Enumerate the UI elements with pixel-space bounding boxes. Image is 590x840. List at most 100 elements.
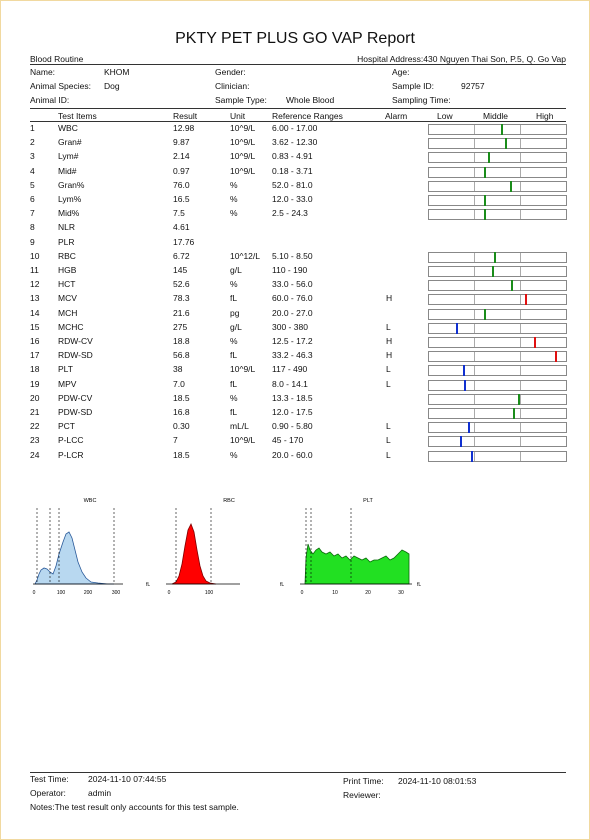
test-item: HCT [58, 279, 76, 290]
reference-range: 13.3 - 18.5 [272, 392, 313, 403]
range-marker [554, 351, 557, 363]
range-divider [520, 451, 521, 461]
result-value: 18.8 [173, 336, 190, 346]
test-item: RDW-SD [58, 350, 93, 361]
sample-id-label: Sample ID: [392, 81, 435, 91]
range-bar [428, 195, 567, 206]
table-row: 2 Gran# 9.87 10^9/L 3.62 - 12.30 [30, 137, 570, 151]
test-item: Gran% [58, 179, 85, 190]
col-test-items: Test Items [58, 111, 97, 121]
test-item: Gran# [58, 137, 82, 148]
table-row: 15 MCHC 275 g/L 300 - 380 L [30, 322, 570, 336]
result-value: 4.61 [173, 222, 190, 233]
unit: fL [230, 350, 238, 361]
unit: 10^9/L [230, 165, 256, 176]
reference-range: 8.0 - 14.1 [272, 378, 308, 389]
range-divider [474, 380, 475, 390]
row-number: 8 [30, 222, 35, 233]
row-number: 24 [30, 449, 40, 460]
range-marker [464, 379, 467, 391]
rbc-unit: fL [146, 582, 150, 588]
unit: 10^9/L [230, 364, 256, 375]
range-marker [462, 365, 465, 377]
row-number: 22 [30, 421, 40, 432]
range-marker [504, 138, 507, 150]
table-row: 17 RDW-SD 56.8 fL 33.2 - 46.3 H [30, 350, 570, 364]
result-value: 78.3 [173, 293, 190, 304]
unit: 10^9/L [230, 435, 256, 446]
row-number: 12 [30, 279, 40, 290]
range-marker [468, 422, 471, 434]
row-number: 3 [30, 151, 35, 162]
plt-tick-30: 30 [398, 590, 404, 596]
range-marker [518, 393, 521, 405]
plt-histogram: PLT 0 10 20 30 fL fL [280, 498, 421, 596]
row-number: 17 [30, 350, 40, 361]
range-divider [474, 437, 475, 447]
range-divider [474, 338, 475, 347]
range-marker [510, 180, 512, 192]
range-divider [474, 281, 475, 291]
table-row: 18 PLT 38 10^9/L 117 - 490 L [30, 364, 570, 378]
row-number: 9 [30, 236, 35, 247]
reference-range: 52.0 - 81.0 [272, 179, 313, 190]
range-marker [524, 294, 527, 306]
range-marker [493, 251, 496, 263]
test-item: HGB [58, 265, 77, 275]
test-item: PLT [58, 364, 73, 375]
test-time-value: 2024-11-10 07:44:55 [88, 774, 167, 784]
range-bar [428, 450, 567, 462]
result-value: 145 [173, 265, 188, 275]
alarm-flag: H [386, 336, 393, 346]
test-item: MCHC [58, 321, 84, 332]
test-item: P-LCC [58, 435, 84, 446]
range-divider [474, 210, 475, 220]
reference-range: 12.0 - 33.0 [272, 194, 313, 204]
wbc-curve [34, 531, 114, 585]
range-divider [474, 252, 475, 262]
rbc-tick-0: 0 [168, 590, 171, 596]
alarm-flag: L [386, 378, 391, 389]
range-bar [428, 308, 567, 320]
test-item: WBC [58, 123, 78, 133]
result-value: 21.6 [173, 307, 190, 318]
age-label: Age: [392, 67, 410, 77]
result-value: 18.5 [173, 392, 190, 403]
range-divider [520, 338, 521, 347]
table-row: 9 PLR 17.76 [30, 237, 570, 251]
table-header-rule [30, 121, 566, 122]
result-value: 0.30 [173, 421, 190, 432]
test-item: NLR [58, 222, 76, 233]
name-value: KHOM [104, 67, 130, 77]
result-value: 0.97 [173, 165, 190, 176]
range-marker [488, 152, 491, 164]
test-item: Mid# [58, 165, 77, 176]
plt-curve [304, 543, 410, 585]
test-item: RBC [58, 250, 76, 261]
range-divider [474, 309, 475, 319]
range-marker [511, 280, 514, 292]
result-value: 16.8 [173, 407, 190, 417]
range-divider [520, 352, 521, 362]
alarm-flag: L [386, 435, 391, 446]
test-item: Lym% [58, 194, 82, 204]
plt-unit: fL [417, 582, 421, 588]
range-divider [520, 125, 521, 134]
unit: % [230, 336, 238, 346]
test-item: Lym# [58, 151, 79, 162]
test-item: MPV [58, 378, 77, 389]
reference-range: 20.0 - 60.0 [272, 449, 313, 460]
reference-range: 3.62 - 12.30 [272, 137, 318, 148]
unit: g/L [230, 321, 242, 332]
range-divider [520, 153, 521, 163]
plt-histogram-title: PLT [363, 498, 373, 504]
row-number: 4 [30, 165, 35, 176]
col-result: Result [173, 111, 198, 121]
reference-range: 12.5 - 17.2 [272, 336, 313, 346]
range-bar [428, 337, 567, 348]
col-low: Low [437, 111, 453, 121]
test-item: RDW-CV [58, 336, 93, 346]
table-row: 4 Mid# 0.97 10^9/L 0.18 - 3.71 [30, 166, 570, 180]
unit: % [230, 179, 238, 190]
range-bar [428, 138, 567, 150]
